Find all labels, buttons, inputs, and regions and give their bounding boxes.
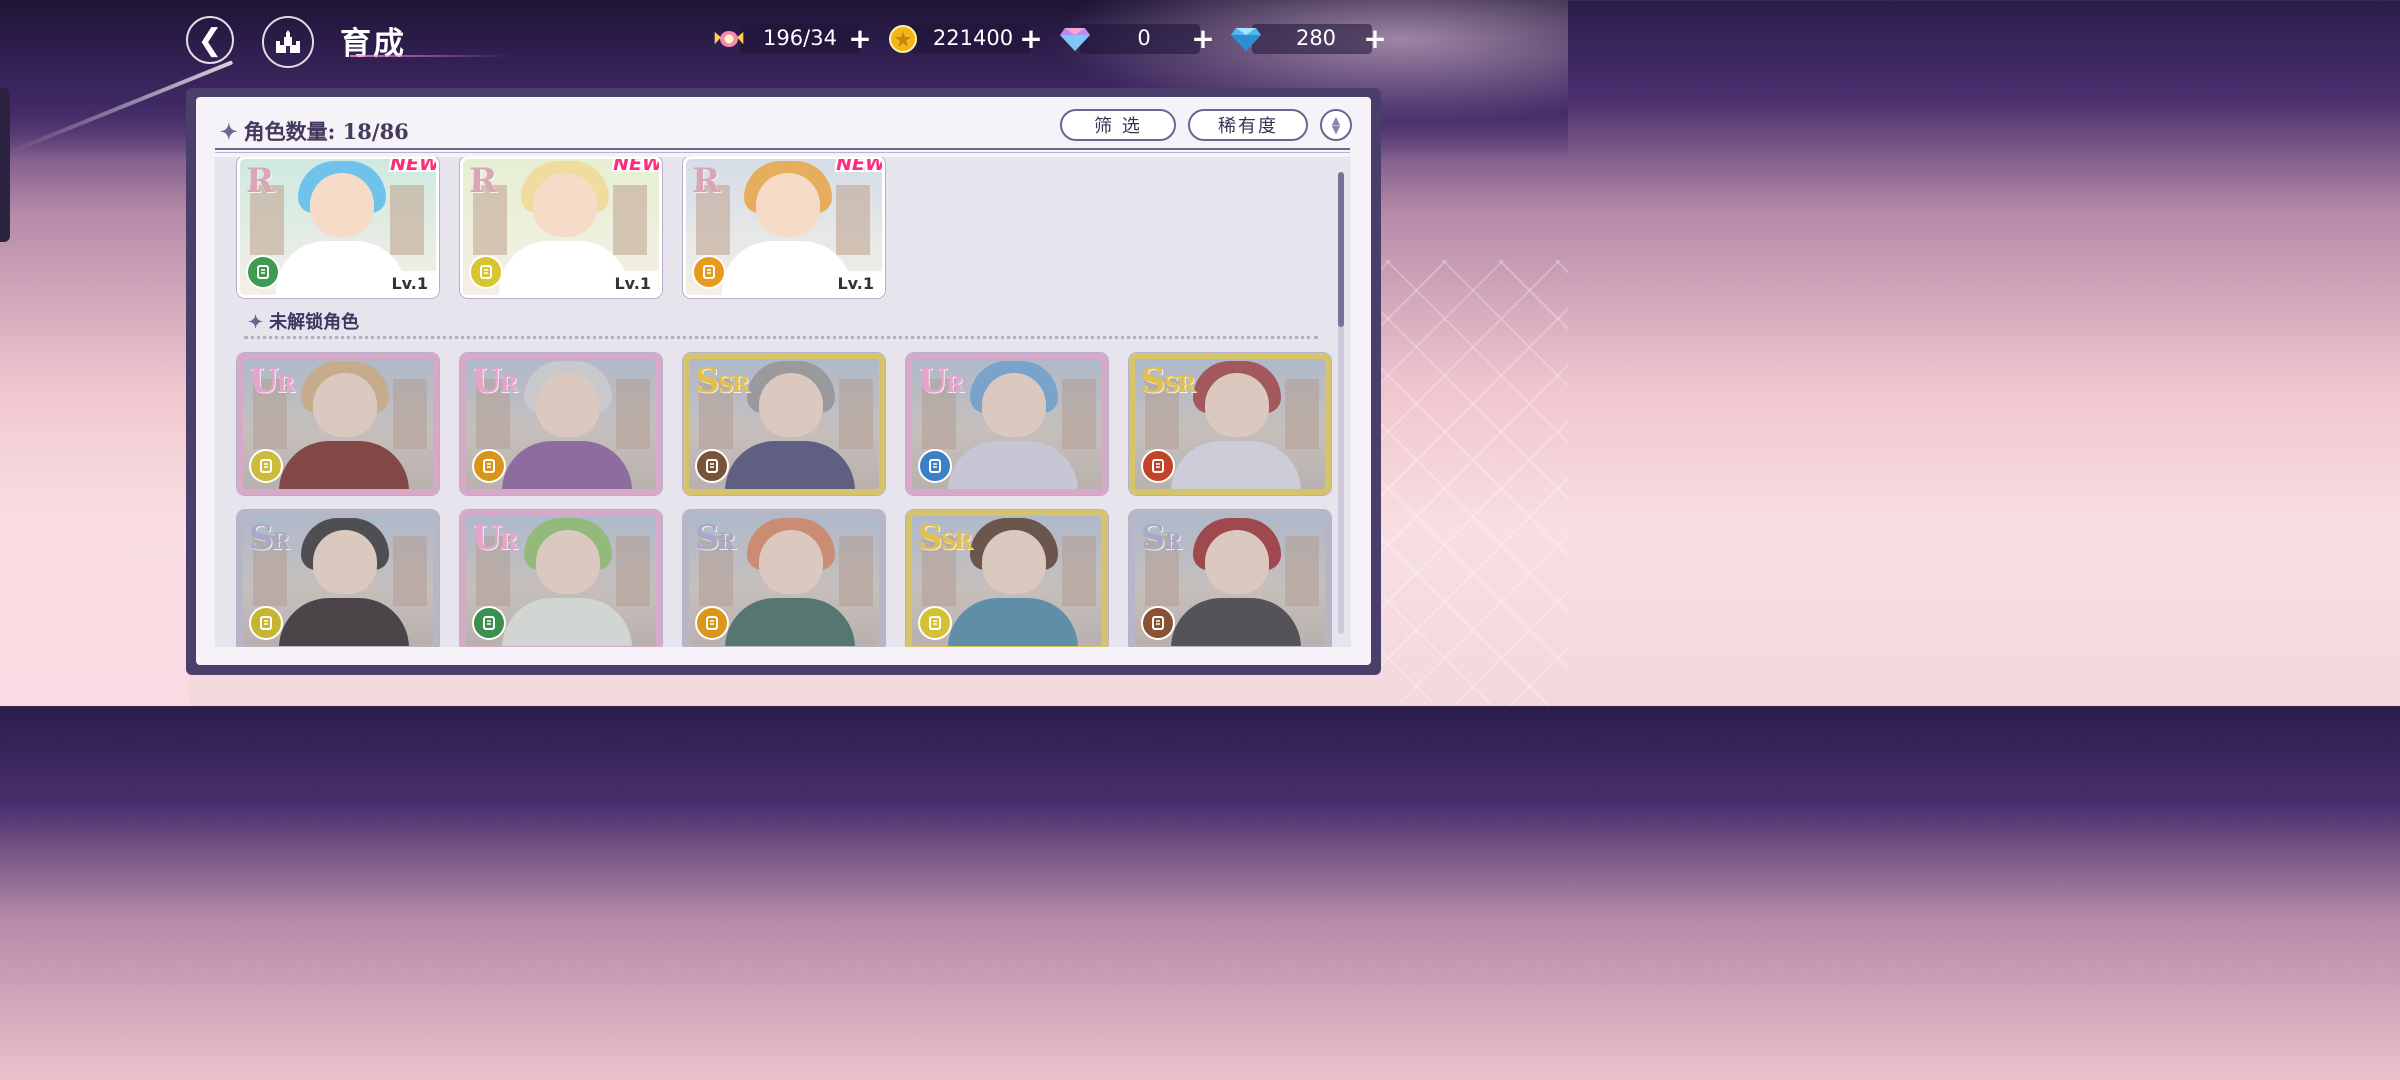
add-rainbow-gem-button[interactable]: + <box>1188 24 1218 54</box>
role-badge-icon <box>246 255 280 289</box>
rarity-label: SR <box>1141 518 1182 558</box>
role-badge-icon <box>469 255 503 289</box>
character-card[interactable]: R Lv.1 NEW <box>460 157 662 298</box>
locked-character-card[interactable]: SR <box>683 510 885 647</box>
section-divider <box>244 336 1318 339</box>
scrollbar-thumb[interactable] <box>1338 172 1344 327</box>
back-button[interactable]: ❮ <box>186 16 234 64</box>
character-count-text: 角色数量: 18/86 <box>243 119 409 144</box>
new-badge: NEW <box>390 157 439 175</box>
locked-character-card[interactable]: SSR <box>683 353 885 495</box>
role-badge-icon <box>918 449 952 483</box>
role-badge-icon <box>695 606 729 640</box>
candy-icon <box>712 22 746 56</box>
rarity-label: UR <box>249 361 295 401</box>
add-gold-button[interactable]: + <box>1016 24 1046 54</box>
character-grid[interactable]: R Lv.1 NEW R Lv.1 NEW R Lv.1 NEW UR UR SSR UR SSR SR UR… <box>215 157 1351 647</box>
rainbow-gem-icon <box>1058 22 1092 56</box>
role-badge-icon <box>1141 449 1175 483</box>
castle-icon <box>276 30 300 53</box>
sparkle-icon: ✦ <box>248 312 264 333</box>
gold-count: 221400 <box>932 26 1014 50</box>
character-count: ✦ 角色数量: 18/86 <box>220 116 409 146</box>
rarity-label: SSR <box>695 361 750 401</box>
level-label: Lv.1 <box>604 271 659 295</box>
rainbow-gem-count: 0 <box>1137 26 1151 50</box>
locked-character-card[interactable]: UR <box>460 510 662 647</box>
add-candy-button[interactable]: + <box>845 24 875 54</box>
rarity-label: SR <box>695 518 736 558</box>
title-decoration <box>350 55 510 57</box>
rarity-sort-button[interactable]: 稀有度 <box>1188 109 1308 141</box>
locked-character-card[interactable]: UR <box>906 353 1108 495</box>
candy-count: 196/34 <box>763 26 837 50</box>
locked-character-card[interactable]: SSR <box>1129 353 1331 495</box>
role-badge-icon <box>918 606 952 640</box>
rarity-label: UR <box>472 518 518 558</box>
locked-character-card[interactable]: UR <box>460 353 662 495</box>
role-badge-icon <box>249 449 283 483</box>
rarity-label: UR <box>472 361 518 401</box>
filter-button[interactable]: 筛 选 <box>1060 109 1176 141</box>
role-badge-icon <box>1141 606 1175 640</box>
rarity-label: UR <box>918 361 964 401</box>
character-card[interactable]: R Lv.1 NEW <box>237 157 439 298</box>
rarity-label: SSR <box>918 518 973 558</box>
locked-character-card[interactable]: SSR <box>906 510 1108 647</box>
character-card[interactable]: R Lv.1 NEW <box>683 157 885 298</box>
role-badge-icon <box>692 255 726 289</box>
locked-character-card[interactable]: SR <box>237 510 439 647</box>
locked-character-card[interactable]: SR <box>1129 510 1331 647</box>
level-label: Lv.1 <box>827 271 882 295</box>
role-badge-icon <box>472 606 506 640</box>
locked-character-card[interactable]: UR <box>237 353 439 495</box>
role-badge-icon <box>249 606 283 640</box>
rarity-label: SSR <box>1141 361 1196 401</box>
rarity-label: R <box>246 161 274 201</box>
sort-arrows-icon: ▲ ▼ <box>1331 114 1341 136</box>
level-label: Lv.1 <box>381 271 436 295</box>
rarity-label: R <box>692 161 720 201</box>
back-arrow-icon: ❮ <box>197 22 223 58</box>
gold-coin-icon <box>886 22 920 56</box>
role-badge-icon <box>695 449 729 483</box>
new-badge: NEW <box>613 157 662 175</box>
blue-diamond-icon <box>1229 22 1263 56</box>
rarity-label: SR <box>249 518 290 558</box>
diamond-count: 280 <box>1295 26 1337 50</box>
side-tab[interactable] <box>0 88 10 242</box>
locked-section-header: ✦ 未解锁角色 <box>248 308 359 334</box>
rarity-label: R <box>469 161 497 201</box>
home-button[interactable] <box>262 16 314 68</box>
add-diamond-button[interactable]: + <box>1360 24 1390 54</box>
sparkle-icon: ✦ <box>220 119 238 144</box>
role-badge-icon <box>472 449 506 483</box>
sort-order-button[interactable]: ▲ ▼ <box>1320 109 1352 141</box>
new-badge: NEW <box>836 157 885 175</box>
locked-section-label: 未解锁角色 <box>269 312 360 333</box>
